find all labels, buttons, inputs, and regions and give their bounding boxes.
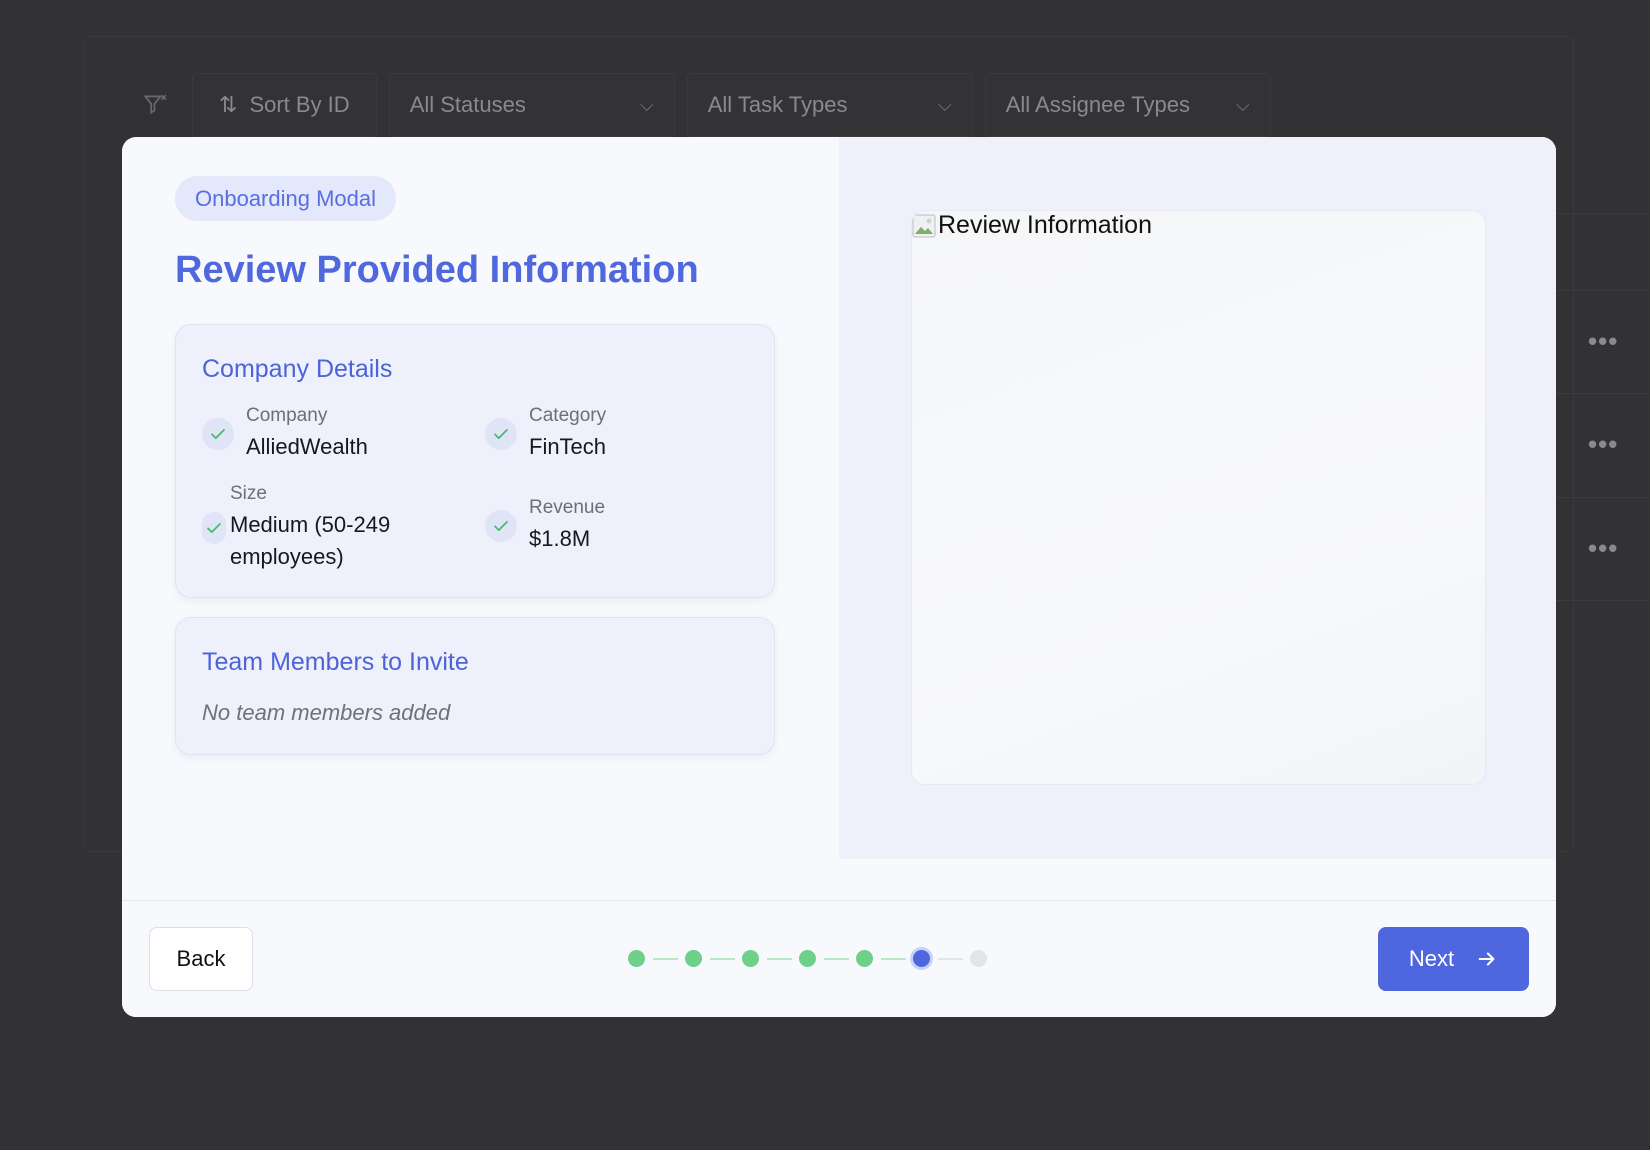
broken-image-icon <box>912 214 936 237</box>
step-connector <box>767 957 792 960</box>
step-indicator <box>628 950 987 967</box>
check-icon <box>485 510 517 542</box>
task-type-filter-value: All Task Types <box>707 92 848 117</box>
step-connector <box>710 957 735 960</box>
next-label: Next <box>1408 946 1455 971</box>
row-menu-icon[interactable]: ••• <box>1588 533 1618 564</box>
check-icon <box>485 418 517 450</box>
table-row-divider <box>1550 497 1650 498</box>
chevron-down-icon: ⌵ <box>1236 94 1250 115</box>
modal-badge: Onboarding Modal <box>175 176 397 221</box>
table-row-divider <box>1550 213 1650 214</box>
revenue-field: Revenue $1.8M <box>485 497 605 555</box>
table-row-divider <box>1550 600 1650 601</box>
chevron-down-icon: ⌵ <box>938 94 952 115</box>
arrow-right-icon <box>1476 948 1498 970</box>
step-dot-completed <box>628 950 645 967</box>
step-dot-upcoming <box>970 950 987 967</box>
modal-content-pane: Onboarding Modal Review Provided Informa… <box>122 137 839 859</box>
step-connector <box>881 957 906 960</box>
size-value: Medium (50-249 employees) <box>230 512 391 569</box>
category-value: FinTech <box>529 434 607 459</box>
company-field: Company AlliedWealth <box>202 405 368 463</box>
check-icon <box>202 512 226 544</box>
company-value: AlliedWealth <box>246 434 368 459</box>
step-dot-current <box>913 950 930 967</box>
row-menu-icon[interactable]: ••• <box>1588 326 1618 357</box>
row-menu-icon[interactable]: ••• <box>1588 429 1618 460</box>
step-dot-completed <box>685 950 702 967</box>
back-button[interactable]: Back <box>149 927 253 991</box>
clear-filter-icon[interactable] <box>130 73 180 137</box>
step-connector <box>824 957 849 960</box>
illustration-image: Review Information <box>911 210 1486 785</box>
step-dot-completed <box>856 950 873 967</box>
assignee-type-filter-select[interactable]: All Assignee Types ⌵ <box>984 73 1271 137</box>
category-field: Category FinTech <box>485 405 606 463</box>
size-label: Size <box>230 483 267 504</box>
status-filter-select[interactable]: All Statuses ⌵ <box>388 73 675 137</box>
team-members-empty-text: No team members added <box>202 700 451 725</box>
filter-toolbar: ⇅ Sort By ID All Statuses ⌵ All Task Typ… <box>130 70 1271 140</box>
company-details-heading: Company Details <box>202 355 393 383</box>
sort-icon: ⇅ <box>219 92 238 117</box>
table-row-divider <box>1550 290 1650 291</box>
company-details-card: Company Details Company AlliedWealth Cat… <box>175 324 775 598</box>
chevron-down-icon: ⌵ <box>640 94 654 115</box>
revenue-value: $1.8M <box>529 526 591 551</box>
modal-title: Review Provided Information <box>175 249 699 291</box>
next-button[interactable]: Next <box>1378 927 1529 991</box>
step-connector <box>653 957 678 960</box>
modal-illustration-pane: Review Information <box>839 137 1556 859</box>
size-field: Size Medium (50-249 employees) <box>202 483 450 573</box>
table-row-divider <box>1550 393 1650 394</box>
step-connector <box>938 957 963 960</box>
broken-image-placeholder: Review Information <box>912 211 1152 240</box>
step-dot-completed <box>799 950 816 967</box>
revenue-label: Revenue <box>529 497 606 518</box>
status-filter-value: All Statuses <box>409 92 526 117</box>
task-type-filter-select[interactable]: All Task Types ⌵ <box>686 73 973 137</box>
sort-button[interactable]: ⇅ Sort By ID <box>192 73 377 137</box>
category-label: Category <box>529 405 607 426</box>
image-alt-text: Review Information <box>938 211 1152 239</box>
team-members-card: Team Members to Invite No team members a… <box>175 617 775 755</box>
step-dot-completed <box>742 950 759 967</box>
onboarding-modal: Onboarding Modal Review Provided Informa… <box>122 137 1556 1017</box>
check-icon <box>202 418 234 450</box>
team-members-heading: Team Members to Invite <box>202 648 469 676</box>
assignee-type-filter-value: All Assignee Types <box>1005 92 1190 117</box>
modal-footer: Back Next <box>122 900 1556 1017</box>
company-label: Company <box>246 405 328 426</box>
sort-label: Sort By ID <box>249 92 350 117</box>
